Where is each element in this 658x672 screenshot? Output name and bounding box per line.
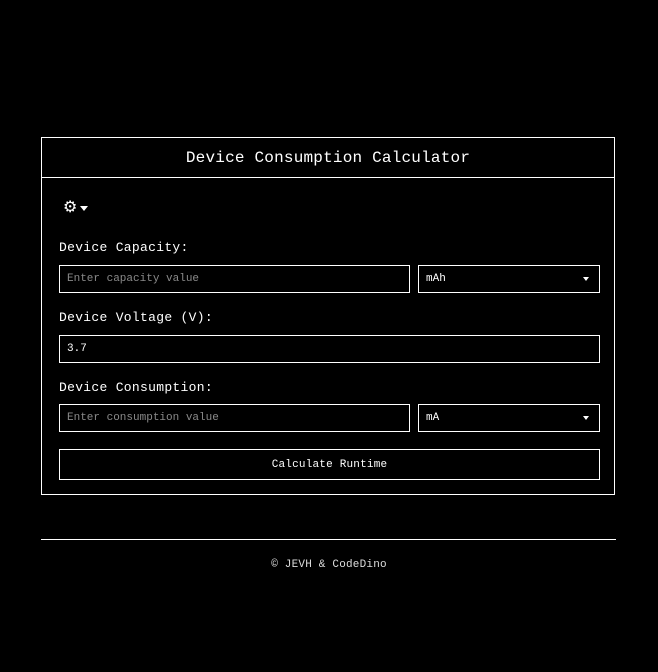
consumption-unit-select[interactable]: mA [418,404,600,432]
capacity-input[interactable] [59,265,410,293]
card-header: Device Consumption Calculator [42,138,614,178]
capacity-unit-select[interactable]: mAh [418,265,600,293]
caret-down-icon [80,205,89,211]
chevron-down-icon [583,277,589,281]
chevron-down-icon [583,416,589,420]
calculate-runtime-button[interactable]: Calculate Runtime [59,449,600,480]
consumption-input[interactable] [59,404,410,432]
footer-divider [41,539,616,540]
device-voltage-label: Device Voltage (V): [59,310,213,325]
consumption-unit-value: mA [426,412,440,424]
voltage-input[interactable] [59,335,600,363]
device-capacity-label: Device Capacity: [59,240,189,255]
settings-dropdown-button[interactable]: ⚙ [63,197,89,216]
gear-icon: ⚙ [63,197,78,216]
footer-credit: © JEVH & CodeDino [271,559,387,571]
calculator-card: Device Consumption Calculator ⚙ Device C… [41,137,615,495]
page-title: Device Consumption Calculator [185,148,471,167]
device-consumption-label: Device Consumption: [59,380,213,395]
capacity-unit-value: mAh [426,273,446,285]
